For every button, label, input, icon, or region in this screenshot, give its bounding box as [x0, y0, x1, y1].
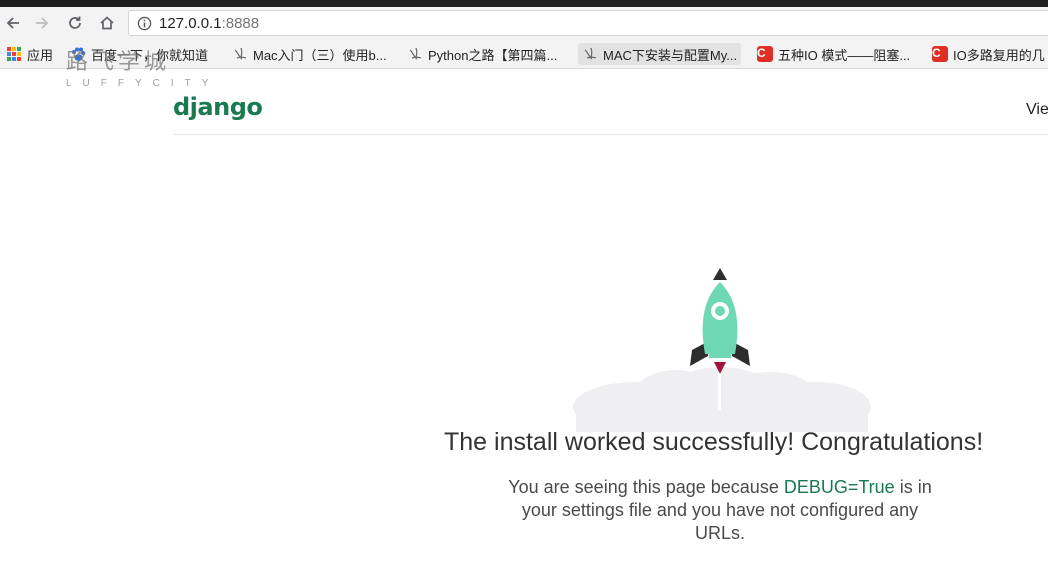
jianshu-icon	[584, 47, 597, 60]
url-text: 127.0.0.1:8888	[159, 15, 259, 32]
reload-button[interactable]	[62, 7, 88, 39]
bookmark-label: 五种IO 模式——阻塞...	[778, 47, 911, 63]
bookmark-label: MAC下安装与配置My...	[603, 47, 738, 63]
django-logo[interactable]: django	[173, 93, 263, 121]
bookmark-label: 应用	[27, 47, 54, 63]
apps-grid-icon	[6, 46, 22, 62]
address-bar[interactable]: 127.0.0.1:8888	[128, 10, 1048, 36]
rocket-tip	[713, 268, 727, 280]
csdn-icon: C	[932, 46, 948, 62]
back-button[interactable]	[0, 7, 26, 39]
url-host: 127.0.0.1	[159, 15, 222, 32]
bookmark-csdn-2[interactable]: C IO多路复用的几	[928, 43, 1048, 65]
debug-message: You are seeing this page because DEBUG=T…	[500, 476, 940, 545]
success-title: The install worked successfully! Congrat…	[444, 428, 984, 456]
bookmark-apps[interactable]: 应用	[2, 43, 57, 65]
rocket-illustration	[573, 268, 871, 432]
release-notes-link[interactable]: Vie	[1026, 101, 1048, 119]
bookmark-jianshu-3[interactable]: MAC下安装与配置My...	[578, 43, 742, 65]
home-button[interactable]	[94, 7, 120, 39]
forward-button[interactable]	[29, 7, 55, 39]
home-icon	[100, 16, 114, 30]
msg-pre: You are seeing this page because	[508, 477, 784, 497]
bookmark-label: Python之路【第四篇...	[428, 47, 558, 63]
bookmark-label: IO多路复用的几	[953, 47, 1045, 63]
debug-setting-link[interactable]: DEBUG=True	[784, 477, 895, 497]
watermark-en: LUFFYCITY	[66, 78, 220, 89]
bookmark-label: Mac入门（三）使用b...	[253, 47, 387, 63]
reload-icon	[69, 16, 81, 29]
exhaust-trail	[718, 370, 721, 410]
info-icon[interactable]	[137, 16, 152, 31]
back-arrow-icon	[6, 17, 19, 29]
bookmark-csdn-1[interactable]: C 五种IO 模式——阻塞...	[753, 43, 914, 65]
csdn-icon: C	[757, 46, 773, 62]
browser-toolbar: 127.0.0.1:8888	[0, 7, 1048, 39]
jianshu-icon	[234, 47, 247, 60]
bookmark-jianshu-1[interactable]: Mac入门（三）使用b...	[228, 43, 391, 65]
cloud	[573, 367, 871, 432]
bookmark-jianshu-2[interactable]: Python之路【第四篇...	[403, 43, 561, 65]
jianshu-icon	[409, 47, 422, 60]
header-divider	[173, 134, 1048, 135]
rocket-window	[715, 306, 725, 316]
url-port: :8888	[221, 15, 260, 32]
watermark-cn: 路飞学城	[66, 50, 171, 75]
forward-arrow-icon	[36, 17, 49, 29]
window-top-strip	[0, 0, 1048, 7]
